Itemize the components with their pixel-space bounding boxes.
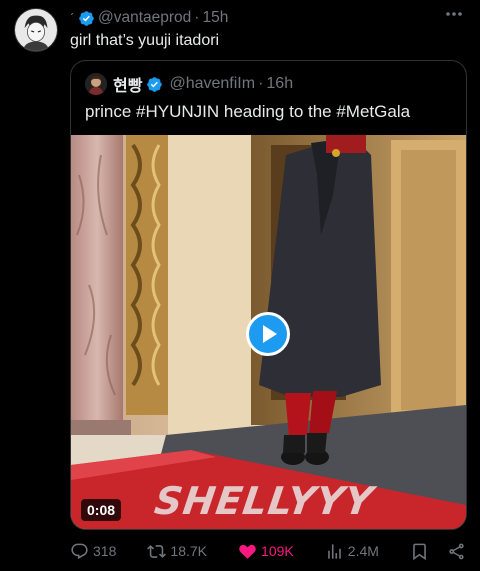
repost-count: 18.7K [170,543,207,559]
repost-button[interactable]: 18.7K [147,542,207,561]
bookmark-icon[interactable] [410,542,429,561]
views-count: 2.4M [347,543,379,559]
quote-header: 현빵 @havenfiIm · 16h [85,73,293,95]
video-duration: 0:08 [81,499,122,521]
quoted-tweet[interactable]: 현빵 @havenfiIm · 16h prince #HYUNJIN head… [70,60,467,530]
like-count: 109K [261,543,294,559]
video-player[interactable]: SHELLYYY 0:08 [71,135,466,529]
tweet-actions: 318 18.7K 109K 2.4M [70,540,466,562]
tweet-text: girl that’s yuuji itadori [70,32,220,49]
share-icon[interactable] [447,542,466,561]
verified-badge-icon [147,76,163,92]
like-button[interactable]: 109K [238,542,294,561]
quote-author-handle[interactable]: @havenfiIm [169,75,255,93]
play-button[interactable] [246,312,290,356]
reply-button[interactable]: 318 [70,542,116,561]
secondary-actions [410,542,466,561]
quote-text: prince #HYUNJIN heading to the #MetGala [85,102,411,121]
views-button[interactable]: 2.4M [325,542,379,561]
verified-badge-icon [79,10,94,26]
quote-separator: · [258,75,264,92]
quote-time[interactable]: 16h [266,75,293,93]
tweet-header: ˊ @vantaeprod · 15h [70,9,229,27]
more-options-icon[interactable] [444,10,464,18]
views-chart-icon [327,543,341,559]
quote-author-name[interactable]: 현빵 [113,72,142,96]
video-watermark: SHELLYYY [151,479,377,523]
heart-filled-icon [239,544,256,559]
reply-icon [71,543,88,559]
author-avatar[interactable] [14,8,58,52]
repost-icon [147,544,167,558]
header-separator: · [194,9,200,26]
tweet-time[interactable]: 15h [202,9,228,27]
reply-count: 318 [93,543,117,559]
quote-author-avatar[interactable] [85,73,107,95]
author-handle[interactable]: @vantaeprod [98,9,191,27]
